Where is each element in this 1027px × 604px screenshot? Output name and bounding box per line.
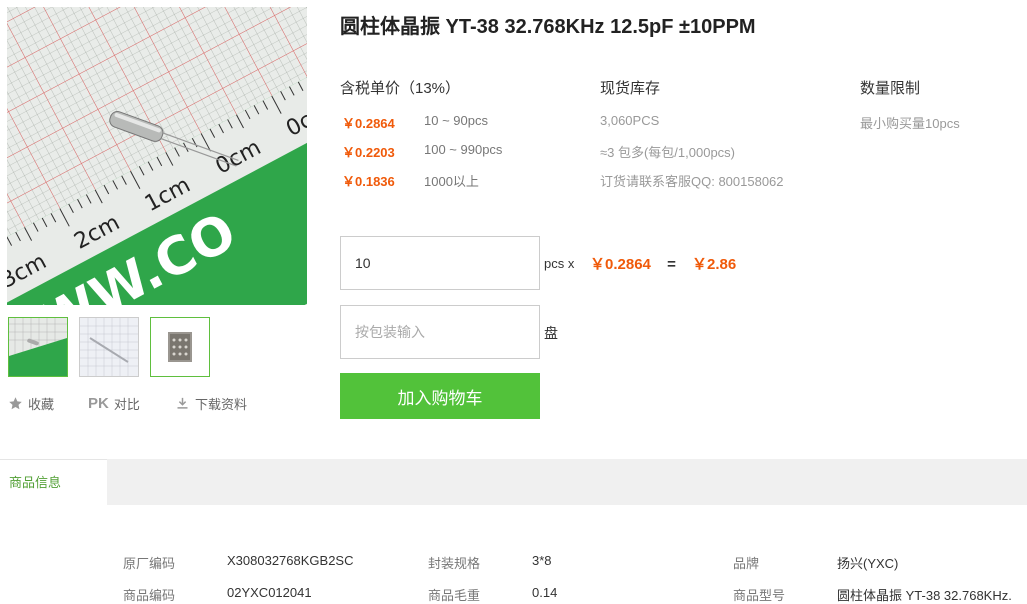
stock-contact: 订货请联系客服QQ: 800158062 xyxy=(600,174,784,189)
price-calculation: ￥0.2864 = ￥2.86 xyxy=(590,253,736,274)
pk-icon: PK xyxy=(88,395,109,412)
thumbnail-1[interactable] xyxy=(8,317,68,377)
min-purchase-text: 最小购买量10pcs xyxy=(860,116,960,131)
limit-heading: 数量限制 xyxy=(860,80,921,97)
main-product-image[interactable]: 3cm 2cm 1cm 0cm 0cm WW.CO xyxy=(7,7,307,305)
compare-button[interactable]: PK 对比 xyxy=(88,394,140,413)
thumbnail-3[interactable] xyxy=(150,317,210,377)
spec-value-product-code: 02YXC012041 xyxy=(227,585,312,600)
spec-label-product-code: 商品编码 xyxy=(123,588,176,603)
spec-value-model: 圆柱体晶振 YT-38 32.768KHz. xyxy=(837,588,1012,603)
spec-label-package: 封装规格 xyxy=(428,556,481,571)
price-tier-3-price: ￥0.1836 xyxy=(342,174,395,189)
tab-bar xyxy=(0,459,1027,505)
package-photo-thumb xyxy=(151,318,209,376)
price-tier-2-price: ￥0.2203 xyxy=(342,145,395,160)
package-unit: 盘 xyxy=(544,325,558,341)
crystal-on-ruler-photo: 3cm 2cm 1cm 0cm 0cm WW.CO xyxy=(7,7,307,305)
star-icon xyxy=(9,397,22,410)
stock-quantity: 3,060PCS xyxy=(600,113,660,128)
tab-product-info[interactable]: 商品信息 xyxy=(0,459,107,505)
spec-label-brand: 品牌 xyxy=(733,556,760,571)
download-label: 下载资料 xyxy=(195,397,248,412)
calc-equals: = xyxy=(667,256,676,273)
spec-label-gross-weight: 商品毛重 xyxy=(428,588,481,603)
price-tier-1-price: ￥0.2864 xyxy=(342,116,395,131)
quantity-unit: pcs x xyxy=(544,256,575,271)
spec-value-factory-code: X308032768KGB2SC xyxy=(227,553,354,568)
thumbnail-2[interactable] xyxy=(79,317,139,377)
price-tier-3-range: 1000以上 xyxy=(424,174,479,189)
spec-value-gross-weight: 0.14 xyxy=(532,585,558,600)
product-title: 圆柱体晶振 YT-38 32.768KHz 12.5pF ±10PPM xyxy=(340,16,756,38)
price-tier-1-range: 10 ~ 90pcs xyxy=(424,113,488,128)
ruler-photo-thumb xyxy=(9,318,67,376)
spec-label-factory-code: 原厂编码 xyxy=(123,556,176,571)
calc-unit-price: ￥0.2864 xyxy=(590,256,651,273)
favorite-button[interactable]: 收藏 xyxy=(8,394,54,413)
favorite-label: 收藏 xyxy=(28,397,55,412)
spec-value-package: 3*8 xyxy=(532,553,552,568)
compare-label: 对比 xyxy=(113,397,140,412)
stock-packages: ≈3 包多(每包/1,000pcs) xyxy=(600,145,736,160)
price-heading: 含税单价（13%） xyxy=(340,80,461,97)
price-tier-2-range: 100 ~ 990pcs xyxy=(424,142,503,157)
package-input[interactable] xyxy=(340,305,540,359)
add-to-cart-button[interactable]: 加入购物车 xyxy=(340,373,540,419)
quantity-input[interactable] xyxy=(340,236,540,290)
spec-label-model: 商品型号 xyxy=(733,588,786,603)
grid-photo-thumb xyxy=(80,318,138,376)
download-button[interactable]: 下载资料 xyxy=(175,394,247,413)
stock-heading: 现货库存 xyxy=(600,80,661,97)
spec-value-brand: 扬兴(YXC) xyxy=(837,556,899,571)
calc-total: ￥2.86 xyxy=(692,256,737,273)
download-icon xyxy=(177,397,188,409)
